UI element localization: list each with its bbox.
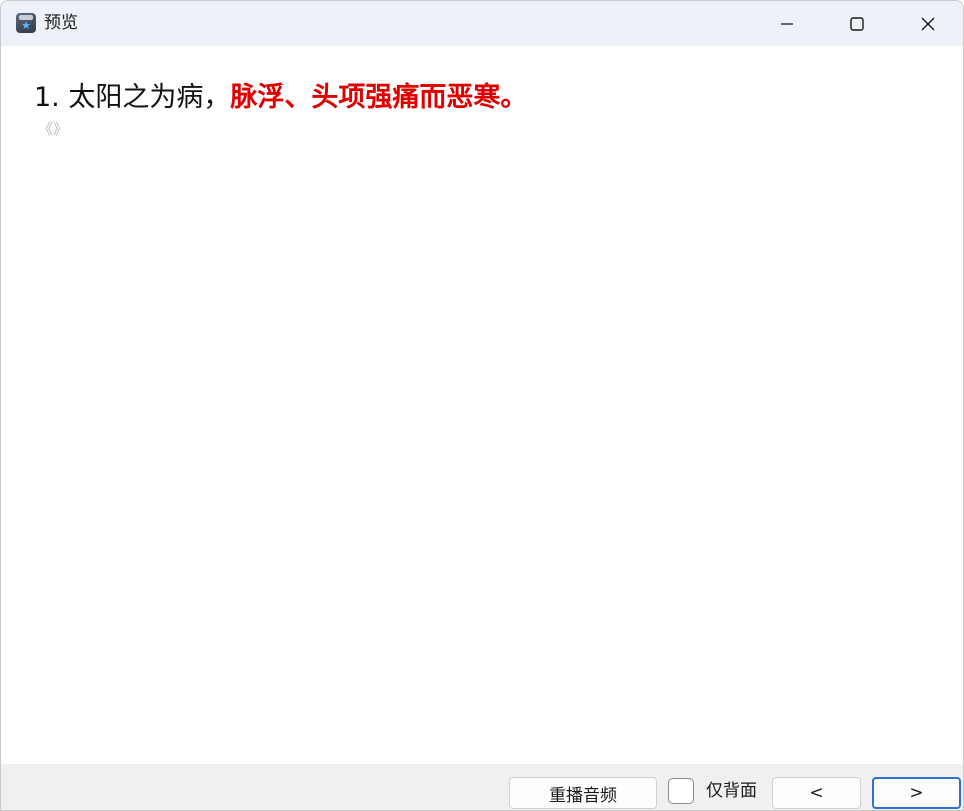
card-number: 1. xyxy=(34,82,60,113)
star-icon: ★ xyxy=(21,19,31,32)
previous-button[interactable]: < xyxy=(772,777,861,809)
card-front-text: 1. 太阳之为病，脉浮、头项强痛而恶寒。 xyxy=(34,81,527,115)
preview-window: ★ 预览 1. 太阳之为病，脉浮、头项强痛而恶寒。 《》 重播音频 仅背面 < … xyxy=(0,0,964,811)
back-only-checkbox[interactable] xyxy=(668,778,694,804)
window-title: 预览 xyxy=(44,13,78,33)
app-icon: ★ xyxy=(16,13,36,33)
maximize-icon xyxy=(850,16,864,31)
title-bar[interactable]: ★ 预览 xyxy=(1,1,963,46)
card-source: 《》 xyxy=(38,120,69,138)
back-only-label[interactable]: 仅背面 xyxy=(706,780,757,802)
minimize-button[interactable] xyxy=(752,1,822,46)
next-button[interactable]: > xyxy=(872,777,961,809)
replay-audio-button[interactable]: 重播音频 xyxy=(509,777,657,809)
bottom-toolbar: 重播音频 仅背面 < > xyxy=(1,764,963,810)
maximize-button[interactable] xyxy=(822,1,892,46)
minimize-icon xyxy=(781,22,793,25)
close-icon xyxy=(921,17,935,30)
close-button[interactable] xyxy=(893,1,963,46)
card-plain-text: 太阳之为病， xyxy=(68,82,231,113)
card-highlight-text: 脉浮、头项强痛而恶寒。 xyxy=(230,82,528,113)
card-preview-area: 1. 太阳之为病，脉浮、头项强痛而恶寒。 《》 xyxy=(1,46,963,764)
app-icon-cap xyxy=(19,15,33,20)
